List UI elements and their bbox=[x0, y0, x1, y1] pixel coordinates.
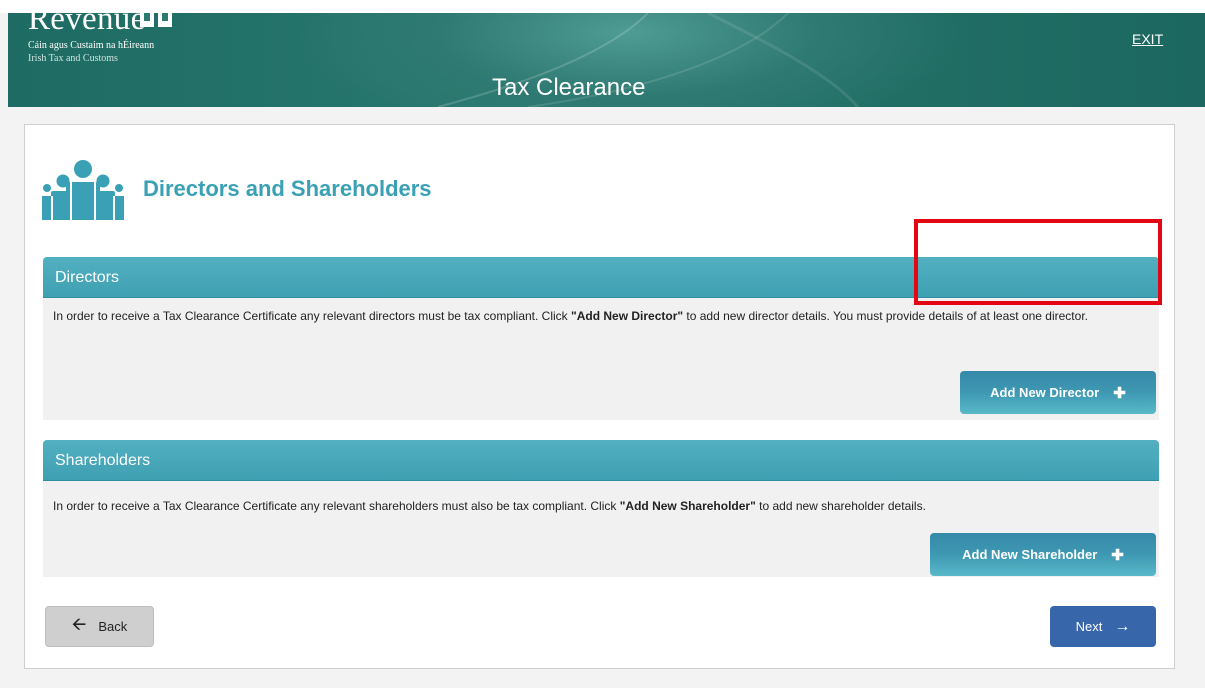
directors-text: In order to receive a Tax Clearance Cert… bbox=[53, 309, 1088, 323]
brand-subtitle-english: Irish Tax and Customs bbox=[28, 53, 118, 64]
revenue-logo-text: Revenue bbox=[28, 13, 146, 37]
add-new-shareholder-button[interactable]: Add New Shareholder ✚ bbox=[930, 533, 1156, 576]
back-label: Back bbox=[98, 619, 128, 634]
shareholders-section-header: Shareholders bbox=[43, 440, 1159, 481]
arrow-left-icon: 🡨 bbox=[71, 613, 87, 634]
next-label: Next bbox=[1075, 619, 1103, 634]
add-new-shareholder-label: Add New Shareholder bbox=[962, 547, 1098, 562]
add-new-director-button[interactable]: Add New Director ✚ bbox=[960, 371, 1156, 414]
plus-icon: ✚ bbox=[1111, 546, 1124, 564]
app-title: Tax Clearance bbox=[492, 74, 646, 101]
arrow-right-icon: → bbox=[1114, 617, 1131, 635]
people-group-icon bbox=[42, 160, 124, 220]
shareholders-text: In order to receive a Tax Clearance Cert… bbox=[53, 499, 926, 513]
back-button[interactable]: 🡨 Back bbox=[45, 606, 154, 647]
exit-link[interactable]: EXIT bbox=[1132, 31, 1163, 47]
next-button[interactable]: Next → bbox=[1050, 606, 1156, 647]
page-title: Directors and Shareholders bbox=[143, 176, 432, 201]
plus-icon: ✚ bbox=[1113, 384, 1126, 402]
top-strip bbox=[0, 0, 1205, 13]
site-header: Revenue Cáin agus Custaim na hÉireann Ir… bbox=[8, 13, 1205, 107]
main-card: Directors and Shareholders Directors In … bbox=[24, 124, 1175, 669]
revenue-harp-icon bbox=[140, 13, 172, 27]
annotation-highlight-box bbox=[914, 219, 1162, 305]
add-new-director-label: Add New Director bbox=[990, 385, 1100, 400]
brand-subtitle-irish: Cáin agus Custaim na hÉireann bbox=[28, 40, 155, 51]
